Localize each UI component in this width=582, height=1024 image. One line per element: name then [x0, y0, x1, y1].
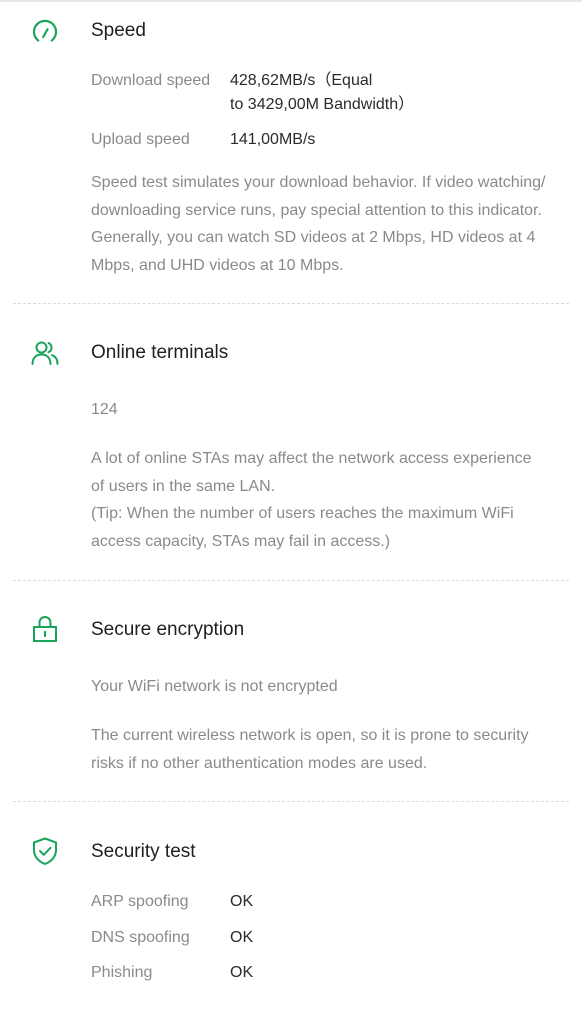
upload-speed-value: 141,00MB/s: [230, 131, 316, 148]
shield-check-icon: [33, 837, 57, 865]
download-speed-value: 428,62MB/s（Equal to 3429,00M Bandwidth）: [230, 69, 414, 117]
encryption-description-line: risks if no other authentication modes a…: [91, 754, 428, 772]
section-divider: [13, 303, 569, 304]
security-row-value: OK: [230, 893, 254, 910]
users-icon: [31, 341, 59, 365]
security-row-value: OK: [230, 964, 254, 981]
terminals-title: Online terminals: [91, 342, 229, 363]
security-title: Security test: [91, 841, 196, 862]
speed-description-line: downloading service runs, pay special at…: [91, 201, 542, 219]
download-speed-label: Download speed: [91, 72, 211, 89]
encryption-status: Your WiFi network is not encrypted: [91, 678, 338, 695]
security-row-label: ARP spoofing: [91, 893, 189, 910]
terminals-description: A lot of online STAs may affect the netw…: [91, 445, 561, 555]
speed-description-line: Generally, you can watch SD videos at 2 …: [91, 229, 536, 246]
download-speed-value-line1: 428,62MB/s（Equal: [230, 72, 373, 89]
security-row-value: OK: [230, 929, 254, 946]
terminals-description-line: of users in the same LAN.: [91, 477, 276, 495]
encryption-description: The current wireless network is open, so…: [91, 722, 561, 777]
section-divider: [13, 801, 569, 802]
upload-speed-label: Upload speed: [91, 131, 190, 148]
speed-title: Speed: [91, 20, 146, 41]
terminals-count: 124: [91, 401, 118, 418]
speed-description-line: Mbps, and UHD videos at 10 Mbps.: [91, 256, 344, 274]
download-speed-value-line2: to 3429,00M Bandwidth）: [230, 96, 415, 113]
terminals-description-line: (Tip: When the number of users reaches t…: [91, 505, 514, 522]
security-row-label: DNS spoofing: [91, 929, 190, 946]
speed-description: Speed test simulates your download behav…: [91, 169, 561, 279]
encryption-description-line: The current wireless network is open, so…: [91, 727, 529, 744]
top-border: [0, 0, 582, 2]
speed-description-line: Speed test simulates your download behav…: [91, 174, 546, 191]
security-row-label: Phishing: [91, 964, 153, 981]
lock-icon: [33, 616, 57, 642]
terminals-description-line: access capacity, STAs may fail in access…: [91, 532, 391, 550]
terminals-description-line: A lot of online STAs may affect the netw…: [91, 450, 532, 467]
section-divider: [13, 580, 569, 581]
encryption-title: Secure encryption: [91, 619, 245, 640]
speedometer-icon: [32, 19, 58, 42]
